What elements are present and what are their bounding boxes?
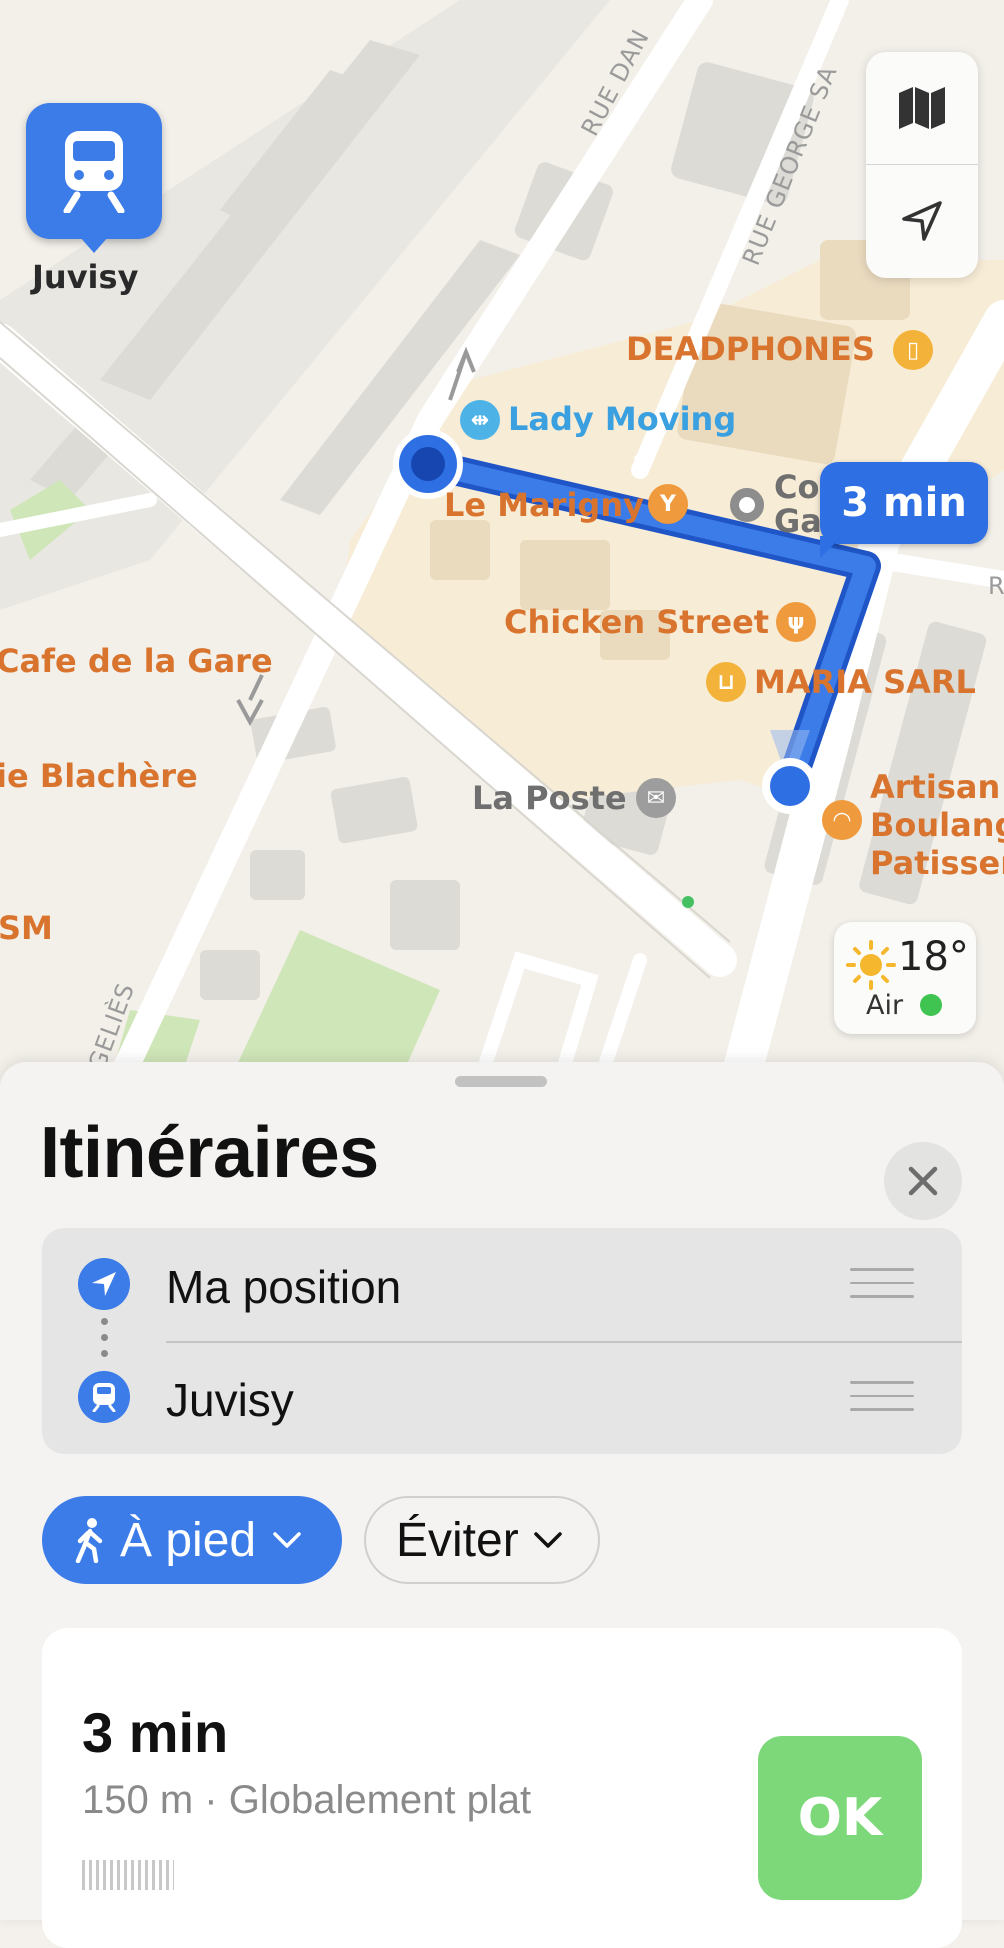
fork-knife-icon: ψ bbox=[776, 602, 816, 642]
poi-label: Chicken Street bbox=[504, 603, 770, 641]
air-quality-dot bbox=[920, 994, 942, 1016]
poi-label: Ga bbox=[774, 502, 822, 540]
reorder-handle-icon[interactable] bbox=[850, 1268, 914, 1300]
elevation-graph bbox=[82, 1860, 174, 1890]
temperature: 18° bbox=[898, 934, 969, 980]
sheet-title: Itinéraires bbox=[40, 1113, 379, 1193]
chevron-down-icon bbox=[273, 1532, 301, 1548]
close-icon bbox=[908, 1166, 938, 1196]
go-label: OK bbox=[797, 1788, 883, 1848]
poi-label: Le Marigny bbox=[444, 486, 644, 524]
poi-chicken-street[interactable]: Chicken Street bbox=[504, 606, 769, 638]
poi-label: Cafe de la Gare bbox=[0, 642, 273, 680]
transport-mode-label: À pied bbox=[120, 1513, 257, 1567]
directions-sheet: Itinéraires Ma position Juvisy À pied Év… bbox=[0, 1062, 1004, 1948]
avoid-button[interactable]: Éviter bbox=[364, 1496, 600, 1584]
cocktail-icon: Y bbox=[648, 484, 688, 524]
map-mode-button[interactable] bbox=[866, 52, 978, 164]
waypoint-origin[interactable]: Ma position bbox=[42, 1228, 962, 1341]
poi-partial[interactable]: Co Ga bbox=[774, 470, 822, 538]
poi-label: Boulang bbox=[870, 806, 1004, 844]
poi-sm[interactable]: SM bbox=[0, 912, 53, 944]
route-option-card[interactable]: 3 min 150 m · Globalement plat OK bbox=[42, 1628, 962, 1948]
poi-label: Patisser bbox=[870, 844, 1004, 882]
location-arrow-icon bbox=[78, 1258, 130, 1310]
sun-icon bbox=[846, 940, 896, 990]
transport-mode-button[interactable]: À pied bbox=[42, 1496, 342, 1584]
poi-maria-sarl[interactable]: MARIA SARL bbox=[754, 666, 976, 698]
train-icon bbox=[78, 1371, 130, 1423]
station-label: Juvisy bbox=[32, 258, 139, 296]
poi-label: La Poste bbox=[472, 779, 627, 817]
location-arrow-icon bbox=[902, 201, 942, 241]
route-duration: 3 min bbox=[82, 1701, 229, 1764]
close-button[interactable] bbox=[884, 1142, 962, 1220]
poi-blachere[interactable]: ie Blachère bbox=[0, 760, 198, 792]
poi-label: ie Blachère bbox=[0, 757, 198, 795]
poi-label: Co bbox=[774, 468, 820, 506]
poi-lady-moving[interactable]: Lady Moving bbox=[508, 403, 736, 435]
air-quality-label: Air bbox=[866, 990, 904, 1021]
envelope-icon: ✉ bbox=[636, 778, 676, 818]
waypoint-label: Juvisy bbox=[166, 1374, 294, 1426]
dumbbell-icon: ⇹ bbox=[460, 400, 500, 440]
route-detail: 150 m · Globalement plat bbox=[82, 1778, 532, 1822]
croissant-icon: ◠ bbox=[822, 800, 862, 840]
map-controls bbox=[866, 52, 978, 278]
sheet-grabber[interactable] bbox=[455, 1076, 547, 1087]
poi-label: Artisan bbox=[870, 768, 1001, 806]
poi-label: DEADPHONES bbox=[626, 330, 875, 368]
weather-widget[interactable]: 18° Air bbox=[834, 922, 976, 1034]
map-mode-icon bbox=[899, 87, 945, 129]
reorder-handle-icon[interactable] bbox=[850, 1381, 914, 1413]
poi-label: MARIA SARL bbox=[754, 663, 976, 701]
train-icon bbox=[63, 131, 125, 213]
poi-artisan[interactable]: Artisan Boulang Patisser bbox=[870, 768, 1004, 882]
station-pin[interactable] bbox=[26, 103, 162, 253]
route-time-bubble[interactable]: 3 min bbox=[820, 462, 988, 558]
poi-label: SM bbox=[0, 909, 53, 947]
cart-icon: ⊔ bbox=[706, 662, 746, 702]
phone-icon: ▯ bbox=[893, 330, 933, 370]
avoid-label: Éviter bbox=[396, 1513, 519, 1567]
go-button[interactable]: OK bbox=[758, 1736, 922, 1900]
poi-la-poste[interactable]: La Poste bbox=[472, 782, 627, 814]
map-view[interactable]: RUE DAN RUE GEORGE SA GELIÈS R DEADPHONE… bbox=[0, 0, 1004, 1080]
waypoint-destination[interactable]: Juvisy bbox=[42, 1341, 962, 1454]
circle-icon bbox=[730, 488, 764, 522]
waypoints-list: Ma position Juvisy bbox=[42, 1228, 962, 1454]
walking-icon bbox=[75, 1518, 103, 1563]
route-time-label: 3 min bbox=[841, 480, 967, 526]
chevron-down-icon bbox=[533, 1532, 562, 1548]
street-label: R bbox=[988, 572, 1004, 600]
poi-label: Lady Moving bbox=[508, 400, 737, 438]
recenter-button[interactable] bbox=[866, 164, 978, 277]
poi-le-marigny[interactable]: Le Marigny bbox=[444, 489, 644, 521]
waypoint-label: Ma position bbox=[166, 1261, 402, 1313]
poi-cafe-de-la-gare[interactable]: Cafe de la Gare bbox=[0, 645, 273, 677]
poi-deadphones[interactable]: DEADPHONES bbox=[626, 333, 875, 365]
